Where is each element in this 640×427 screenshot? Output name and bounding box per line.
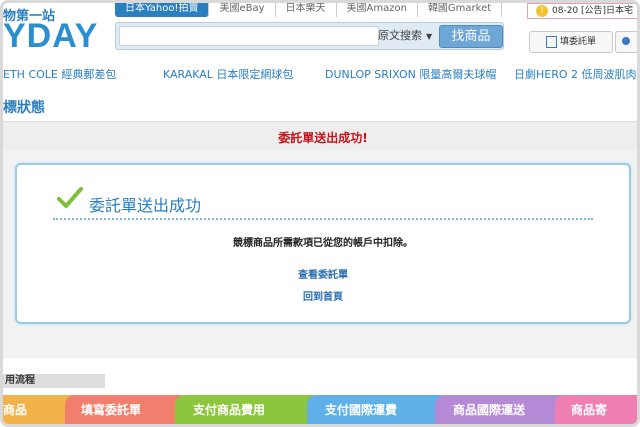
result-box: 委託單送出成功 競標商品所需款項已從您的帳戶中扣除。 查看委託單 回到首頁 — [15, 163, 631, 324]
site-logo[interactable]: YDAY — [3, 17, 98, 56]
search-input[interactable] — [119, 26, 379, 46]
flow-step: 填寫委託單 — [65, 395, 191, 424]
order-form-label: 填委託單 — [560, 37, 597, 47]
user-button[interactable] — [615, 31, 637, 53]
edit-form-icon — [546, 35, 557, 48]
checkmark-icon — [57, 187, 83, 208]
search-mode-label: 原文搜索 — [378, 29, 422, 42]
home-link[interactable]: 回到首頁 — [17, 288, 629, 303]
flow-step: 商品國際運送 — [435, 395, 571, 424]
site-tab-gmarket[interactable]: 韓國Gmarket — [418, 3, 503, 17]
flow-step: 支付國際運費 — [307, 395, 451, 424]
notice-bar[interactable]: ! 08-20 [公告]日本宅 — [527, 3, 637, 19]
promo-link[interactable]: DUNLOP SRIXON 限量高爾夫球帽 — [325, 66, 496, 82]
promo-link[interactable]: 日劇HERO 2 低周波肌肉 — [514, 66, 637, 82]
user-icon — [622, 37, 630, 45]
flow-heading: 用流程 — [3, 374, 105, 388]
flow-steps: 商品 填寫委託單 支付商品費用 支付國際運費 商品國際運送 商品寄 — [3, 395, 637, 424]
status-strip: 委託單送出成功! — [3, 121, 637, 151]
site-tab-yahoo[interactable]: 日本Yahoo!拍賣 — [115, 3, 210, 17]
promo-link[interactable]: KARAKAL 日本限定網球包 — [163, 66, 293, 82]
site-tab-amazon[interactable]: 美國Amazon — [337, 3, 418, 17]
search-mode-select[interactable]: 原文搜索 ▼ — [378, 27, 432, 43]
site-tab-ebay[interactable]: 美國eBay — [209, 3, 276, 17]
warning-icon: ! — [536, 5, 548, 17]
divider — [53, 218, 593, 220]
result-description: 競標商品所需款項已從您的帳戶中扣除。 — [233, 238, 413, 249]
flow-step: 商品寄 — [555, 395, 637, 424]
flow-step: 支付商品費用 — [175, 395, 323, 424]
search-bar: 原文搜索 ▼ 找商品 — [115, 22, 504, 50]
order-form-button[interactable]: 填委託單 — [529, 31, 613, 53]
promo-link[interactable]: ETH COLE 經典郵差包 — [3, 66, 116, 82]
status-message: 委託單送出成功! — [278, 131, 368, 145]
notice-date: 08-20 — [552, 6, 579, 16]
result-title: 委託單送出成功 — [89, 196, 202, 215]
site-tab-rakuten[interactable]: 日本樂天 — [276, 3, 337, 17]
search-button[interactable]: 找商品 — [439, 25, 503, 48]
view-order-link[interactable]: 查看委託單 — [17, 266, 629, 281]
browser-frame: 物第一站 YDAY 日本Yahoo!拍賣 美國eBay 日本樂天 美國Amazo… — [0, 0, 640, 427]
chevron-down-icon: ▼ — [426, 32, 433, 41]
page-title: 標狀態 — [3, 100, 45, 116]
notice-text: [公告]日本宅 — [581, 6, 634, 16]
site-tabs: 日本Yahoo!拍賣 美國eBay 日本樂天 美國Amazon 韓國Gmarke… — [115, 3, 503, 17]
